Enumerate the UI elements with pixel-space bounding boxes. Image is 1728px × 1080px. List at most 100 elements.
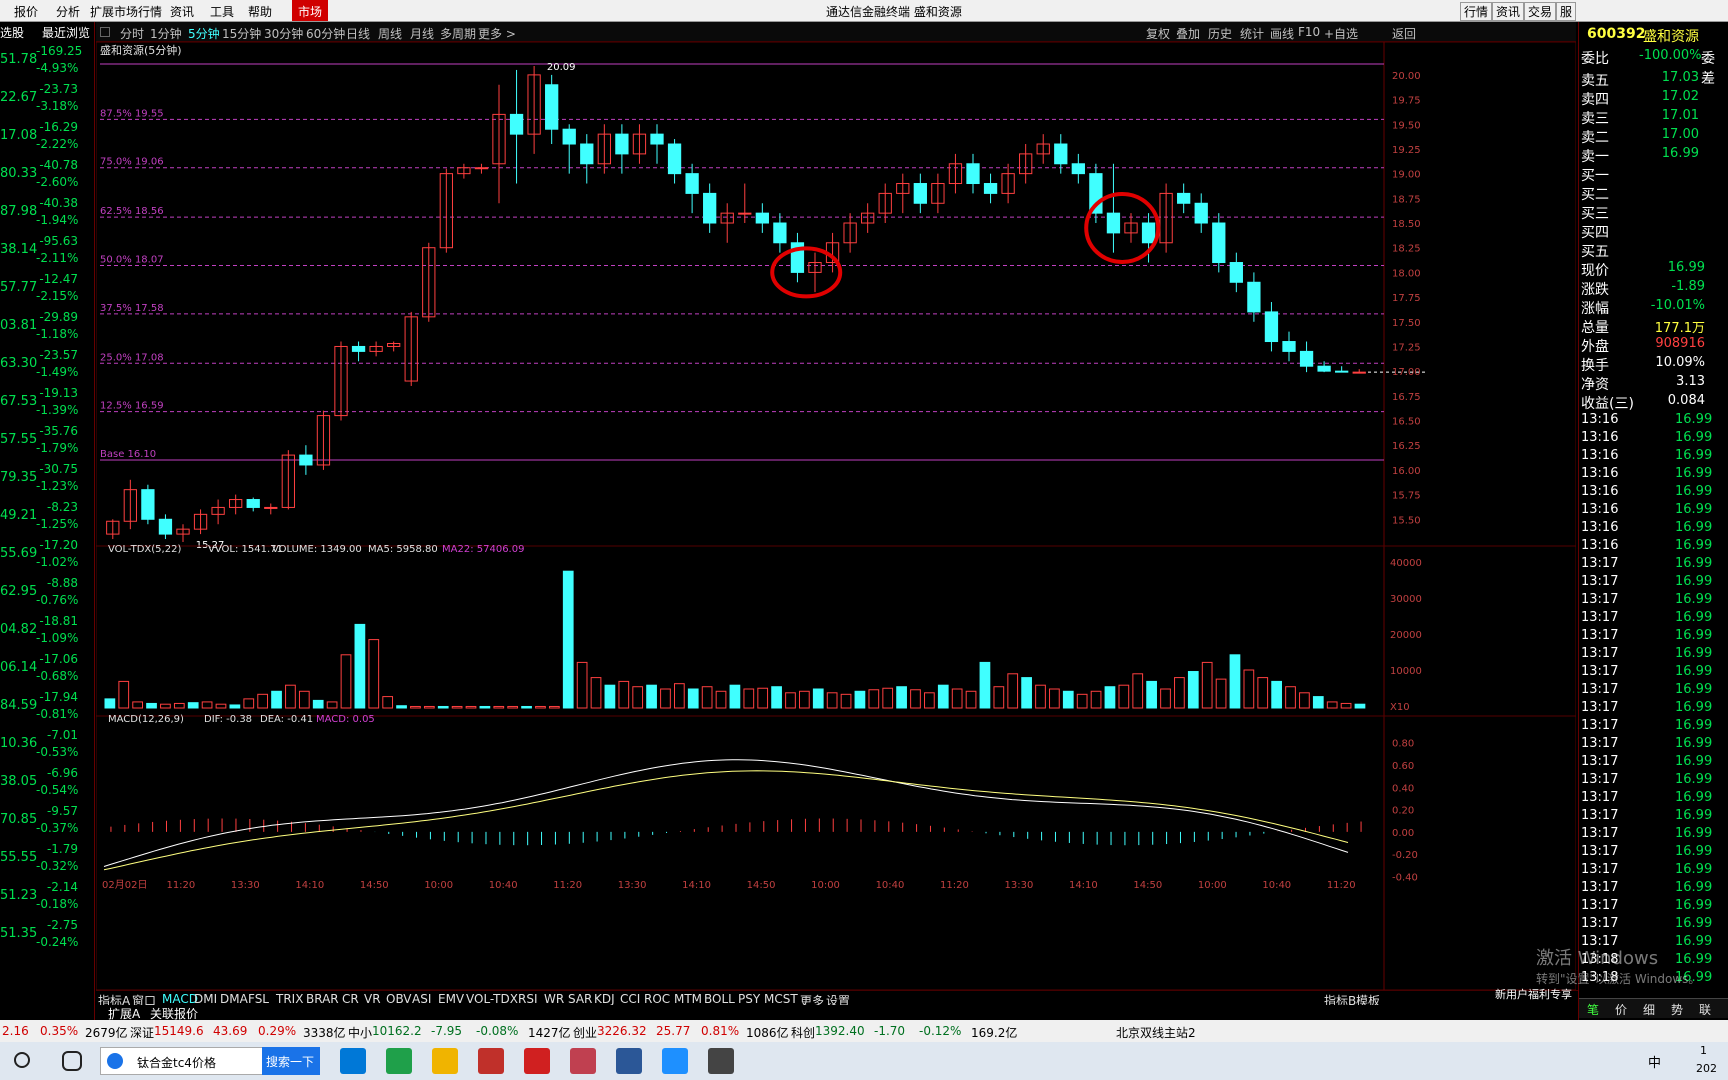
- period-tab[interactable]: 周线: [378, 25, 402, 42]
- period-tab[interactable]: 5分钟: [188, 25, 220, 42]
- period-tab[interactable]: 月线: [410, 25, 434, 42]
- ask-price[interactable]: 17.00: [1659, 127, 1699, 142]
- tab-recent[interactable]: 最近浏览: [42, 24, 90, 41]
- recent-item-price[interactable]: 51.35: [0, 926, 37, 941]
- chart-tool-button[interactable]: 统计: [1240, 25, 1264, 42]
- indicator-tab[interactable]: MTM: [674, 992, 702, 1006]
- menu-tools[interactable]: 工具: [210, 3, 234, 20]
- chart-tool-button[interactable]: 叠加: [1176, 25, 1200, 42]
- taskbar-app-icon[interactable]: [478, 1048, 504, 1074]
- taskbar-app-icon[interactable]: [432, 1048, 458, 1074]
- recent-item-price[interactable]: 04.82: [0, 622, 37, 637]
- chart-tool-button[interactable]: 复权: [1146, 25, 1170, 42]
- recent-item-price[interactable]: 79.35: [0, 470, 37, 485]
- recent-item-price[interactable]: 38.14: [0, 242, 37, 257]
- ask-price[interactable]: 17.01: [1659, 108, 1699, 123]
- menu-quote[interactable]: 报价: [14, 3, 38, 20]
- recent-item-price[interactable]: 80.33: [0, 166, 37, 181]
- indicator-tab[interactable]: VR: [364, 992, 381, 1006]
- ask-price[interactable]: 16.99: [1659, 146, 1699, 161]
- chart-tool-button[interactable]: 返回: [1392, 25, 1416, 42]
- clock-date[interactable]: 202: [1696, 1062, 1717, 1075]
- recent-item-price[interactable]: 51.23: [0, 888, 37, 903]
- indicator-tab[interactable]: TRIX: [276, 992, 303, 1006]
- chart-tool-button[interactable]: 历史: [1208, 25, 1232, 42]
- indicator-tab[interactable]: ASI: [412, 992, 431, 1006]
- recent-item-price[interactable]: 17.08: [0, 128, 37, 143]
- indicator-tab[interactable]: DMA: [220, 992, 248, 1006]
- recent-item-price[interactable]: 62.95: [0, 584, 37, 599]
- menu-news[interactable]: 资讯: [170, 3, 194, 20]
- recent-item-price[interactable]: 55.55: [0, 850, 37, 865]
- kline-chart[interactable]: 盛和资源(5分钟) 87.5% 19.55 75.0% 19.06 62.5% 18.…: [96, 42, 1576, 992]
- btn-jiaoyi[interactable]: 交易: [1524, 2, 1557, 21]
- quote-bottom-tab[interactable]: 价: [1615, 1001, 1627, 1018]
- ask-price[interactable]: 17.03: [1659, 70, 1699, 85]
- search-query[interactable]: 钛合金tc4价格: [137, 1054, 216, 1071]
- server-name[interactable]: 北京双线主站2: [1116, 1024, 1196, 1041]
- clock-time[interactable]: 1: [1700, 1044, 1707, 1057]
- period-tab[interactable]: 日线: [346, 25, 370, 42]
- indicator-tab[interactable]: WR: [544, 992, 564, 1006]
- indicator-tab[interactable]: MCST: [764, 992, 798, 1006]
- indicator-tab[interactable]: DMI: [194, 992, 217, 1006]
- indicator-tab[interactable]: PSY: [738, 992, 760, 1006]
- panel-toggle-icon[interactable]: [100, 27, 110, 37]
- indicator-tab[interactable]: EMV: [438, 992, 464, 1006]
- menu-help[interactable]: 帮助: [248, 3, 272, 20]
- indicator-tab[interactable]: OBV: [386, 992, 412, 1006]
- promo-link[interactable]: 新用户福利专享: [1495, 986, 1572, 1002]
- indicator-tab[interactable]: BRAR: [306, 992, 339, 1006]
- recent-item-price[interactable]: 10.36: [0, 736, 37, 751]
- indicator-tab[interactable]: MACD: [162, 992, 198, 1006]
- taskbar-app-icon[interactable]: [570, 1048, 596, 1074]
- search-button[interactable]: 搜索一下: [262, 1047, 320, 1075]
- recent-item-price[interactable]: 51.78: [0, 52, 37, 67]
- start-search-icon[interactable]: [14, 1052, 30, 1068]
- period-tab[interactable]: 多周期: [440, 25, 476, 42]
- recent-item-price[interactable]: 63.30: [0, 356, 37, 371]
- period-tab[interactable]: 15分钟: [222, 25, 261, 42]
- indicator-tab[interactable]: KDJ: [594, 992, 615, 1006]
- tab-select-stock[interactable]: 选股: [0, 24, 24, 41]
- indicator-tab[interactable]: VOL-TDX: [466, 992, 518, 1006]
- period-tab[interactable]: 更多 >: [478, 25, 516, 42]
- indicator-tab[interactable]: SAR: [568, 992, 592, 1006]
- recent-item-price[interactable]: 87.98: [0, 204, 37, 219]
- quote-bottom-tab[interactable]: 联: [1699, 1001, 1711, 1018]
- taskbar-app-icon[interactable]: [524, 1048, 550, 1074]
- recent-item-price[interactable]: 03.81: [0, 318, 37, 333]
- recent-item-price[interactable]: 49.21: [0, 508, 37, 523]
- recent-item-price[interactable]: 84.59: [0, 698, 37, 713]
- recent-item-price[interactable]: 55.69: [0, 546, 37, 561]
- chart-tool-button[interactable]: 画线: [1270, 25, 1294, 42]
- indicator-tab[interactable]: CCI: [620, 992, 640, 1006]
- chart-tool-button[interactable]: +自选: [1324, 25, 1358, 42]
- quote-bottom-tab[interactable]: 势: [1671, 1001, 1683, 1018]
- menu-market[interactable]: 市场: [292, 0, 329, 21]
- taskbar-app-icon[interactable]: [662, 1048, 688, 1074]
- ask-price[interactable]: 17.02: [1659, 89, 1699, 104]
- recent-item-price[interactable]: 22.67: [0, 90, 37, 105]
- indicator-tab[interactable]: ROC: [644, 992, 670, 1006]
- menu-analysis[interactable]: 分析: [56, 3, 80, 20]
- period-tab[interactable]: 60分钟: [306, 25, 345, 42]
- taskbar-app-icon[interactable]: [616, 1048, 642, 1074]
- recent-item-price[interactable]: 38.05: [0, 774, 37, 789]
- recent-item-price[interactable]: 06.14: [0, 660, 37, 675]
- recent-item-price[interactable]: 67.53: [0, 394, 37, 409]
- task-view-icon[interactable]: [62, 1051, 82, 1071]
- btn-hangqing[interactable]: 行情: [1460, 2, 1493, 21]
- ime-indicator[interactable]: 中: [1648, 1052, 1661, 1071]
- quote-bottom-tab[interactable]: 笔: [1587, 1001, 1599, 1018]
- taskbar-app-icon[interactable]: [386, 1048, 412, 1074]
- period-tab[interactable]: 1分钟: [150, 25, 182, 42]
- chart-tool-button[interactable]: F10: [1298, 25, 1320, 39]
- taskbar-app-icon[interactable]: [340, 1048, 366, 1074]
- recent-item-price[interactable]: 57.77: [0, 280, 37, 295]
- btn-zixun[interactable]: 资讯: [1492, 2, 1525, 21]
- quote-bottom-tab[interactable]: 细: [1643, 1001, 1655, 1018]
- menu-extended-market[interactable]: 扩展市场行情: [90, 3, 162, 20]
- period-tab[interactable]: 分时: [120, 25, 144, 42]
- taskbar-app-icon[interactable]: [708, 1048, 734, 1074]
